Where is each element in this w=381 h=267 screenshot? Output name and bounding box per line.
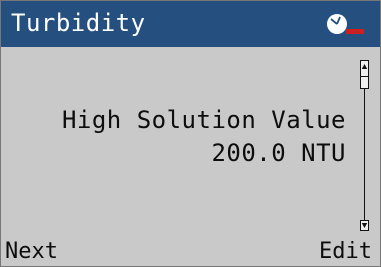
scrollbar[interactable] <box>360 60 370 232</box>
edit-softkey[interactable]: Edit <box>319 239 372 265</box>
instrument-screen: Turbidity High Solution Value 200.0 NTU … <box>0 0 381 267</box>
screen-title: Turbidity <box>11 9 146 37</box>
title-bar: Turbidity <box>1 1 380 47</box>
setting-value: 200.0 NTU <box>211 139 346 167</box>
clock-status-icon <box>327 14 364 34</box>
next-softkey[interactable]: Next <box>5 239 58 265</box>
setting-label: High Solution Value <box>61 106 346 134</box>
